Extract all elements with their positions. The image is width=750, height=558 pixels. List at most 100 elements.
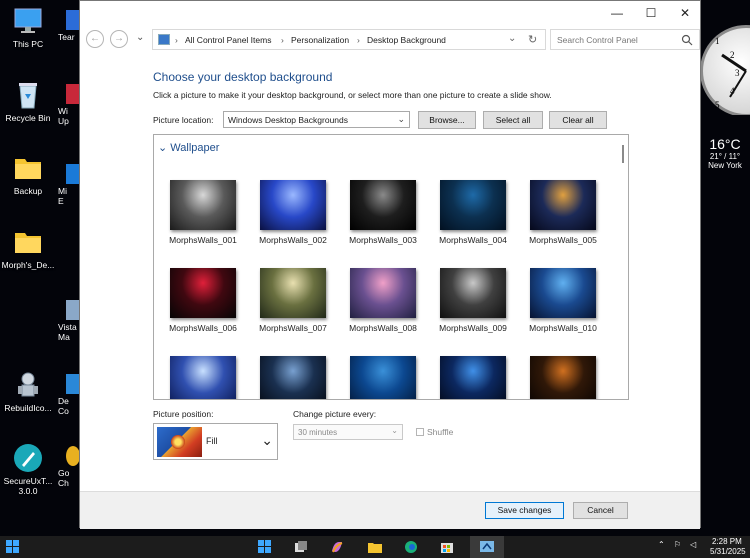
- picture-position-select[interactable]: Fill ⌄: [153, 423, 278, 460]
- clear-all-button[interactable]: Clear all: [549, 111, 607, 129]
- maximize-button[interactable]: ☐: [634, 1, 668, 25]
- partial-label: Go: [58, 468, 70, 478]
- breadcrumb-personalization[interactable]: Personalization: [291, 35, 349, 45]
- wallpaper-thumbnail[interactable]: [260, 268, 326, 318]
- page-title: Choose your desktop background: [153, 70, 333, 84]
- app-icon: [66, 300, 80, 320]
- close-button[interactable]: ✕: [668, 1, 702, 25]
- file-explorer-icon[interactable]: [368, 540, 382, 554]
- minimize-button[interactable]: —: [600, 1, 634, 25]
- desktop-icon-this-pc[interactable]: This PC: [0, 6, 56, 49]
- store-icon[interactable]: [440, 540, 454, 554]
- wallpaper-thumbnail[interactable]: [440, 180, 506, 230]
- breadcrumb-sep: ›: [175, 35, 178, 45]
- chevron-down-icon: ⌄: [397, 114, 405, 124]
- folder-icon: [13, 227, 43, 257]
- forward-button[interactable]: →: [110, 30, 128, 48]
- clock-date[interactable]: 5/31/2025: [710, 547, 746, 556]
- wallpaper-label: MorphsWalls_005: [529, 235, 597, 245]
- picture-position-value: Fill: [206, 436, 218, 446]
- select-all-button[interactable]: Select all: [483, 111, 543, 129]
- desktop-icon-rebuildicon[interactable]: RebuildIco...: [0, 370, 56, 413]
- partial-label: Tear: [58, 32, 75, 42]
- wallpaper-thumbnail[interactable]: [260, 180, 326, 230]
- wallpaper-thumbnail[interactable]: [440, 356, 506, 399]
- desktop-icon-secureuxtheme[interactable]: SecureUxT... 3.0.0: [0, 443, 56, 496]
- search-input[interactable]: Search Control Panel: [550, 29, 700, 50]
- app-icon: [66, 84, 80, 104]
- taskbar-active-app[interactable]: [470, 536, 504, 558]
- change-every-select: 30 minutes ⌄: [293, 424, 403, 440]
- volume-icon[interactable]: ◁: [690, 540, 696, 549]
- folder-icon: [13, 153, 43, 183]
- desktop-icon-backup[interactable]: Backup: [0, 153, 56, 196]
- wallpaper-thumbnail[interactable]: [530, 180, 596, 230]
- monitor-icon: [13, 6, 43, 36]
- wallpaper-thumbnail[interactable]: [260, 356, 326, 399]
- recent-locations-button[interactable]: ⌄: [136, 32, 144, 43]
- browse-button[interactable]: Browse...: [418, 111, 476, 129]
- dialog-footer: Save changes Cancel: [80, 491, 700, 529]
- desktop-icon-label: Morph's_De...: [1, 260, 55, 270]
- breadcrumb-desktop-background[interactable]: Desktop Background: [367, 35, 446, 45]
- wallpaper-group-header[interactable]: ⌄ Wallpaper: [158, 141, 219, 154]
- wallpaper-label: MorphsWalls_003: [349, 235, 417, 245]
- pen-icon: [13, 443, 43, 473]
- desktop-icon-morphs-desktop[interactable]: Morph's_De...: [0, 227, 56, 270]
- edge-icon[interactable]: [404, 540, 418, 554]
- wallpaper-label: MorphsWalls_010: [529, 323, 597, 333]
- picture-location-select[interactable]: Windows Desktop Backgrounds ⌄: [223, 111, 410, 128]
- scrollbar-thumb[interactable]: [622, 145, 624, 163]
- windows-start-icon[interactable]: [258, 540, 272, 554]
- picture-location-value: Windows Desktop Backgrounds: [228, 115, 349, 125]
- wallpaper-thumbnail[interactable]: [350, 356, 416, 399]
- search-icon: [681, 34, 693, 46]
- wallpaper-gallery[interactable]: ⌄ Wallpaper MorphsWalls_001 MorphsWalls_0…: [153, 134, 629, 400]
- partial-label: Wi: [58, 106, 68, 116]
- wallpaper-thumbnail[interactable]: [530, 356, 596, 399]
- save-changes-button[interactable]: Save changes: [485, 502, 564, 519]
- wallpaper-label: MorphsWalls_002: [259, 235, 327, 245]
- wallpaper-thumbnail[interactable]: [440, 268, 506, 318]
- breadcrumb-sep: ›: [357, 35, 360, 45]
- wallpaper-thumbnail[interactable]: [530, 268, 596, 318]
- wallpaper-thumbnail[interactable]: [170, 356, 236, 399]
- gallery-scrollbar[interactable]: [615, 135, 628, 399]
- weather-gadget[interactable]: 16°C 21° / 11° New York: [700, 136, 750, 170]
- partial-label: Ma: [58, 332, 70, 342]
- clock-time[interactable]: 2:28 PM: [712, 537, 742, 546]
- wallpaper-label: MorphsWalls_001: [169, 235, 237, 245]
- chevron-down-icon: ⌄: [158, 142, 168, 154]
- wallpaper-thumbnail[interactable]: [170, 268, 236, 318]
- desktop-icon-label: This PC: [12, 39, 44, 49]
- weather-temp: 16°C: [709, 136, 741, 152]
- title-bar[interactable]: — ☐ ✕: [80, 1, 700, 25]
- recycle-bin-icon: [13, 80, 43, 110]
- address-bar[interactable]: › All Control Panel Items › Personalizat…: [152, 29, 546, 50]
- wallpaper-thumbnail[interactable]: [350, 180, 416, 230]
- breadcrumb-all-control-panel-items[interactable]: All Control Panel Items: [185, 35, 271, 45]
- clock-gadget[interactable]: 1 2 3 4 5: [700, 25, 750, 115]
- wallpaper-group-title: Wallpaper: [170, 142, 220, 154]
- chevron-down-icon: ⌄: [391, 426, 398, 435]
- desktop-icon-recycle-bin[interactable]: Recycle Bin: [0, 80, 56, 123]
- cancel-button[interactable]: Cancel: [573, 502, 628, 519]
- checkbox-box: [416, 428, 424, 436]
- partial-label: E: [58, 196, 64, 206]
- wallpaper-label: MorphsWalls_007: [259, 323, 327, 333]
- chevron-up-icon[interactable]: ⌃: [658, 540, 665, 549]
- clock-face: 1 2 3 4 5: [700, 25, 750, 115]
- partial-label: Ch: [58, 478, 69, 488]
- task-view-icon[interactable]: [294, 540, 308, 554]
- address-dropdown-icon[interactable]: ⌄: [508, 33, 516, 44]
- wallpaper-label: MorphsWalls_006: [169, 323, 237, 333]
- windows-start-icon[interactable]: [6, 540, 20, 554]
- desktop-icon-label: RebuildIco...: [4, 403, 52, 413]
- wallpaper-thumbnail[interactable]: [170, 180, 236, 230]
- partial-label: Vista: [58, 322, 77, 332]
- copilot-icon[interactable]: [330, 540, 344, 554]
- wallpaper-thumbnail[interactable]: [350, 268, 416, 318]
- network-icon[interactable]: ⚐: [674, 540, 681, 549]
- refresh-icon[interactable]: ↻: [528, 33, 537, 46]
- back-button[interactable]: ←: [86, 30, 104, 48]
